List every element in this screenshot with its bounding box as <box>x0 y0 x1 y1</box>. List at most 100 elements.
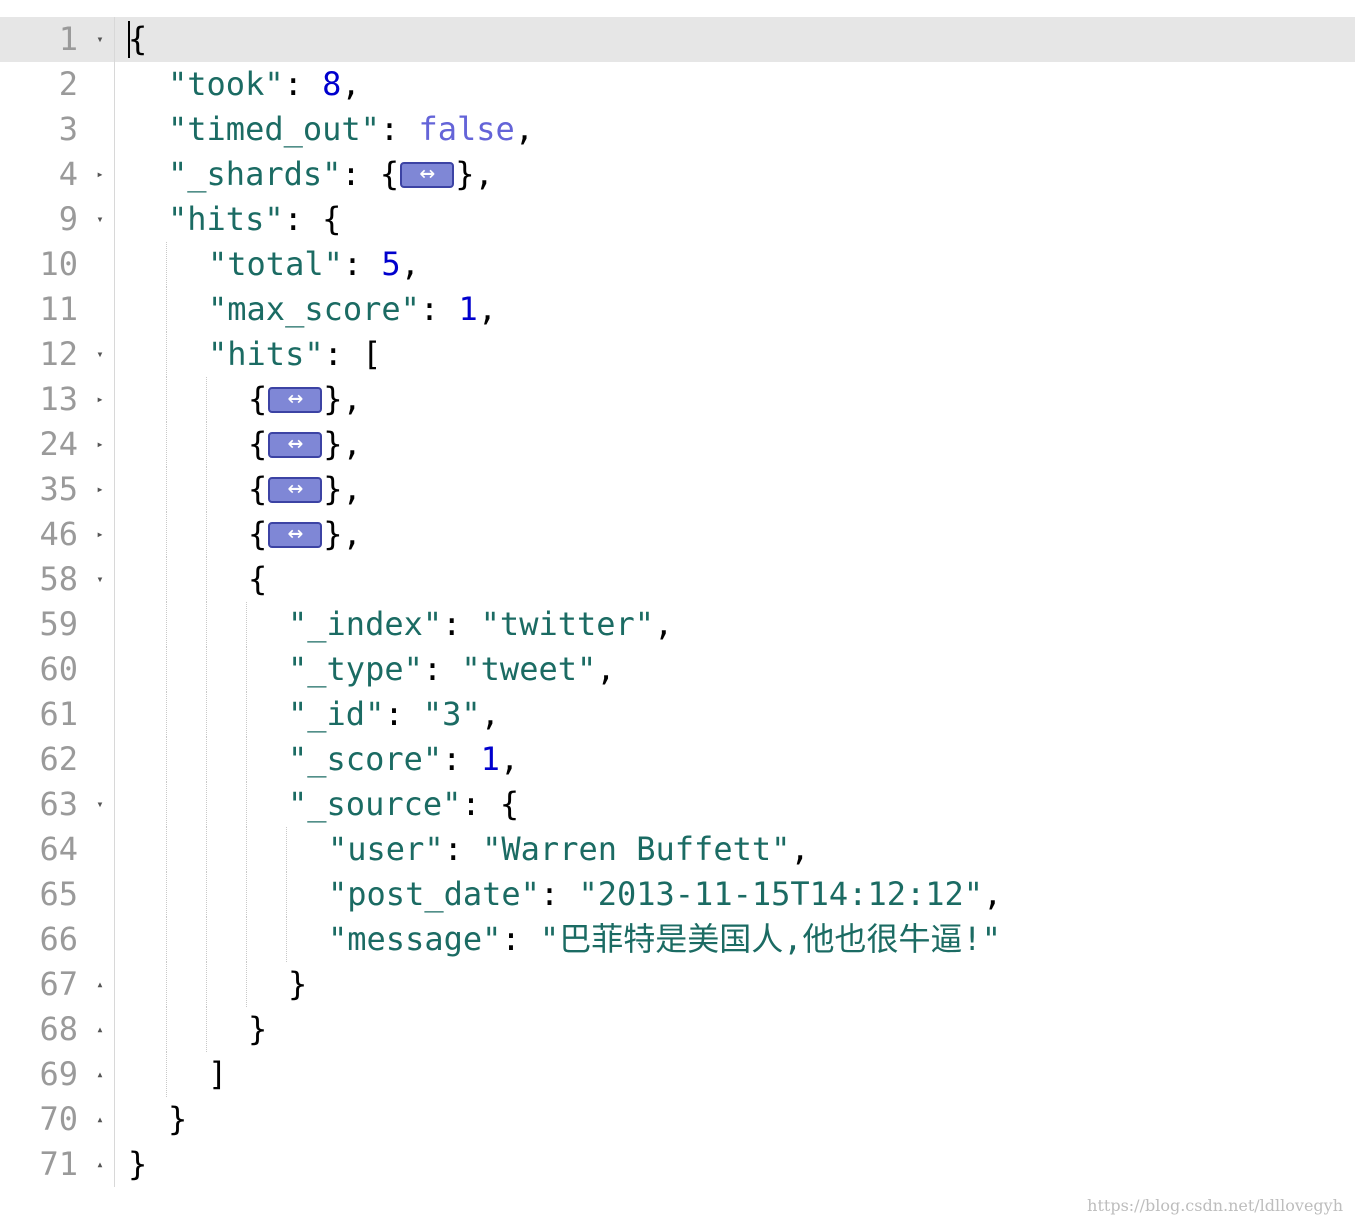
line-number: 65 <box>39 875 78 913</box>
indent-guide <box>166 692 167 737</box>
fold-open-icon[interactable]: ▾ <box>93 557 107 602</box>
code-line[interactable]: 46 ▸ {}, <box>0 512 1355 557</box>
line-number: 71 <box>39 1145 78 1183</box>
indent-guide <box>166 242 167 287</box>
code-line[interactable]: 9 ▾ "hits": { <box>0 197 1355 242</box>
indent-guide <box>166 557 167 602</box>
line-number: 68 <box>39 1010 78 1048</box>
token-punc: : <box>379 110 419 148</box>
token-punc: { <box>248 560 268 598</box>
line-number: 58 <box>39 560 78 598</box>
token-punc: } <box>248 1010 268 1048</box>
code-line[interactable]: 69 ▴] <box>0 1052 1355 1097</box>
fold-open-icon[interactable]: ▾ <box>93 782 107 827</box>
token-punc: }, <box>455 155 494 193</box>
indent-guide <box>166 962 167 1007</box>
code-line[interactable]: 62 "_score": 1, <box>0 737 1355 782</box>
indent-guide <box>166 647 167 692</box>
code-line[interactable]: 67 ▴} <box>0 962 1355 1007</box>
token-punc: : <box>419 290 459 328</box>
indent-guide <box>206 737 207 782</box>
token-punc: , <box>499 740 520 778</box>
indent-guide <box>206 377 207 422</box>
line-number: 10 <box>39 245 78 283</box>
code-line[interactable]: 35 ▸ {}, <box>0 467 1355 512</box>
code-line[interactable]: 13 ▸ {}, <box>0 377 1355 422</box>
fold-closed-icon[interactable]: ▸ <box>93 152 107 197</box>
code-line[interactable]: 71 ▴} <box>0 1142 1355 1187</box>
fold-open-icon[interactable]: ▾ <box>93 17 107 62</box>
code-line[interactable]: 3 "timed_out": false, <box>0 107 1355 152</box>
code-line[interactable]: 59 "_index": "twitter", <box>0 602 1355 647</box>
fold-closed-icon[interactable]: ▸ <box>93 467 107 512</box>
fold-end-icon[interactable]: ▴ <box>93 1052 107 1097</box>
token-punc: }, <box>323 380 362 418</box>
fold-open-icon[interactable]: ▾ <box>93 197 107 242</box>
line-number: 70 <box>39 1100 78 1138</box>
code-line[interactable]: 63 ▾ "_source": { <box>0 782 1355 827</box>
fold-closed-icon[interactable]: ▸ <box>93 512 107 557</box>
code-line[interactable]: 70 ▴} <box>0 1097 1355 1142</box>
code-line[interactable]: 4▸"_shards": {}, <box>0 152 1355 197</box>
code-line[interactable]: 65 "post_date": "2013-11-15T14:12:12", <box>0 872 1355 917</box>
fold-open-icon[interactable]: ▾ <box>93 332 107 377</box>
indent-guide <box>246 692 247 737</box>
token-punc: , <box>477 290 497 328</box>
fold-end-icon[interactable]: ▴ <box>93 1097 107 1142</box>
code-line[interactable]: 68 ▴} <box>0 1007 1355 1052</box>
line-number: 46 <box>39 515 78 553</box>
code-line[interactable]: 61 "_id": "3", <box>0 692 1355 737</box>
token-punc: }, <box>323 515 362 553</box>
indent-guide <box>166 467 167 512</box>
text-cursor <box>128 21 130 58</box>
line-gutter: 46 ▸ <box>0 512 115 557</box>
code-line[interactable]: 66 "message": "巴菲特是美国人,他也很牛逼!" <box>0 917 1355 962</box>
indent-guide <box>166 602 167 647</box>
fold-end-icon[interactable]: ▴ <box>93 1142 107 1187</box>
token-num: 1 <box>458 290 478 328</box>
line-gutter: 4 ▸ <box>0 152 115 197</box>
line-gutter: 3 <box>0 107 115 152</box>
token-key: "max_score" <box>208 290 420 328</box>
json-editor[interactable]: 1 ▾{2 "took": 8, 3 "timed_out": false, 4 ▸ "_sh… <box>0 17 1355 1187</box>
code-line[interactable]: 58 ▾ { <box>0 557 1355 602</box>
code-text: "total": 5, <box>208 242 420 287</box>
code-line[interactable]: 24 ▸ {}, <box>0 422 1355 467</box>
collapsed-block-icon[interactable] <box>268 471 323 505</box>
token-punc: , <box>514 110 535 148</box>
token-str: "2013-11-15T14:12:12" <box>578 875 984 913</box>
indent-guide <box>206 872 207 917</box>
code-line[interactable]: 1 ▾{ <box>0 17 1355 62</box>
indent-guide <box>166 872 167 917</box>
line-number: 13 <box>39 380 78 418</box>
token-key: "took" <box>168 65 284 103</box>
indent-guide <box>166 827 167 872</box>
code-line[interactable]: 60 "_type": "tweet", <box>0 647 1355 692</box>
token-key: "_shards" <box>168 155 342 193</box>
collapsed-block-icon[interactable] <box>268 516 323 550</box>
fold-end-icon[interactable]: ▴ <box>93 1007 107 1052</box>
line-number: 24 <box>39 425 78 463</box>
code-line[interactable]: 2 "took": 8, <box>0 62 1355 107</box>
collapsed-block-icon[interactable] <box>400 156 455 190</box>
token-key: "post_date" <box>328 875 540 913</box>
code-text: "post_date": "2013-11-15T14:12:12", <box>328 872 1002 917</box>
code-text: {}, <box>248 422 362 467</box>
code-line[interactable]: 11 "max_score": 1, <box>0 287 1355 332</box>
code-line[interactable]: 64 "user": "Warren Buffett", <box>0 827 1355 872</box>
token-punc: : <box>283 65 323 103</box>
collapsed-block-icon[interactable] <box>268 381 323 415</box>
fold-end-icon[interactable]: ▴ <box>93 962 107 1007</box>
token-punc: : [ <box>323 335 382 373</box>
code-line[interactable]: 12 ▾ "hits": [ <box>0 332 1355 377</box>
token-punc: { <box>248 515 268 553</box>
indent-guide <box>206 962 207 1007</box>
code-line[interactable]: 10 "total": 5, <box>0 242 1355 287</box>
fold-closed-icon[interactable]: ▸ <box>93 422 107 467</box>
token-punc: } <box>128 1145 148 1183</box>
token-key: "message" <box>328 920 502 958</box>
token-punc: : <box>501 920 540 958</box>
token-punc: : <box>422 650 462 688</box>
collapsed-block-icon[interactable] <box>268 426 323 460</box>
fold-closed-icon[interactable]: ▸ <box>93 377 107 422</box>
